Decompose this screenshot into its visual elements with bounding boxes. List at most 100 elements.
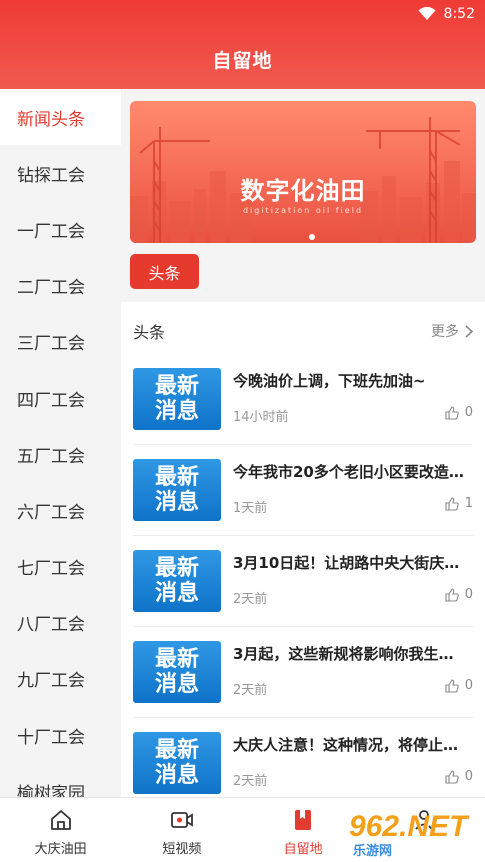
- sidebar-item-label: 七厂工会: [17, 559, 85, 580]
- like-control[interactable]: 0: [445, 587, 473, 602]
- watermark-caption: 乐游网: [353, 843, 393, 858]
- like-control[interactable]: 1: [445, 496, 473, 511]
- like-count: 1: [464, 496, 473, 511]
- news-list-item[interactable]: 最新 消息 3月起，这些新规将影响你我生… 2天前 0: [133, 627, 473, 718]
- thumbs-up-icon: [445, 587, 459, 602]
- thumb-text-line: 最新: [154, 738, 199, 763]
- like-count: 0: [464, 587, 473, 602]
- news-panel: 头条 更多 最新 消息 今晚油价上调，下班先加油~ 14小时前 0 最新 消息: [121, 302, 485, 797]
- thumb-text-line: 消息: [154, 672, 199, 697]
- app-header: 8:52 自留地: [0, 0, 485, 89]
- thumb-text-line: 消息: [154, 581, 199, 606]
- banner-title: 数字化油田: [240, 177, 366, 205]
- sidebar-item-plant-8[interactable]: 八厂工会: [0, 595, 121, 651]
- sidebar-item-label: 十厂工会: [17, 727, 85, 748]
- nav-self-garden[interactable]: 自留地: [243, 798, 364, 862]
- site-watermark: 962.NET 乐游网: [349, 810, 477, 858]
- sidebar-item-plant-3[interactable]: 三厂工会: [0, 314, 121, 370]
- sidebar-item-label: 钻探工会: [17, 165, 85, 186]
- sidebar-item-label: 四厂工会: [17, 390, 85, 411]
- news-list-item[interactable]: 最新 消息 今晚油价上调，下班先加油~ 14小时前 0: [133, 354, 473, 445]
- sidebar-item-plant-4[interactable]: 四厂工会: [0, 370, 121, 426]
- news-title: 今晚油价上调，下班先加油~: [233, 372, 426, 390]
- nav-daqing-oilfield[interactable]: 大庆油田: [0, 798, 121, 862]
- sidebar-item-drilling[interactable]: 钻探工会: [0, 145, 121, 201]
- sidebar-item-plant-6[interactable]: 六厂工会: [0, 482, 121, 538]
- page-title: 自留地: [212, 50, 273, 72]
- news-title: 3月起，这些新规将影响你我生…: [233, 645, 454, 663]
- sidebar-item-label: 二厂工会: [17, 278, 85, 299]
- sidebar-item-label: 榆树家园: [17, 783, 85, 797]
- like-count: 0: [464, 405, 473, 420]
- sidebar-item-plant-7[interactable]: 七厂工会: [0, 539, 121, 595]
- bookmark-icon: [295, 810, 312, 830]
- banner-carousel[interactable]: 数字化油田 digitization oil field: [130, 101, 476, 243]
- news-time: 2天前: [233, 592, 268, 607]
- sidebar-item-yushu[interactable]: 榆树家园: [0, 763, 121, 797]
- sidebar-item-label: 八厂工会: [17, 615, 85, 636]
- thumb-text-line: 最新: [154, 374, 199, 399]
- category-sidebar: 新闻头条 钻探工会 一厂工会 二厂工会 三厂工会 四厂工会 五厂工会 六厂工会 …: [0, 89, 121, 797]
- like-control[interactable]: 0: [445, 405, 473, 420]
- banner-subtitle: digitization oil field: [242, 206, 364, 215]
- thumb-text-line: 消息: [154, 399, 199, 424]
- thumb-text-line: 最新: [154, 647, 199, 672]
- sidebar-item-news[interactable]: 新闻头条: [0, 89, 121, 146]
- news-thumbnail: 最新 消息: [133, 550, 221, 612]
- main-content: 数字化油田 digitization oil field 头条 头条 更多 最新…: [121, 89, 485, 797]
- sidebar-item-label: 六厂工会: [17, 502, 85, 523]
- more-link[interactable]: 更多: [431, 321, 473, 341]
- like-count: 0: [464, 678, 473, 693]
- thumbs-up-icon: [445, 405, 459, 420]
- sidebar-item-plant-1[interactable]: 一厂工会: [0, 201, 121, 257]
- watermark-logo-text: 962.NET: [349, 810, 468, 843]
- thumb-text-line: 消息: [154, 490, 199, 515]
- like-control[interactable]: 0: [445, 769, 473, 784]
- news-thumbnail: 最新 消息: [133, 732, 221, 794]
- news-time: 14小时前: [233, 410, 289, 425]
- status-time: 8:52: [443, 6, 475, 22]
- news-section-title: 头条: [133, 323, 166, 342]
- sidebar-item-label: 一厂工会: [17, 221, 85, 242]
- carousel-indicator-dot[interactable]: [309, 234, 315, 240]
- thumbs-up-icon: [445, 496, 459, 511]
- home-icon: [50, 810, 71, 830]
- status-bar: 8:52: [418, 4, 475, 24]
- thumbs-up-icon: [445, 678, 459, 693]
- wifi-icon: [418, 7, 436, 20]
- thumb-text-line: 最新: [154, 465, 199, 490]
- news-section-header: 头条 更多: [133, 319, 473, 343]
- sidebar-item-plant-9[interactable]: 九厂工会: [0, 651, 121, 707]
- tab-headline-chip[interactable]: 头条: [130, 254, 199, 289]
- sidebar-item-label: 新闻头条: [17, 109, 85, 130]
- thumbs-up-icon: [445, 769, 459, 784]
- news-thumbnail: 最新 消息: [133, 641, 221, 703]
- news-list-item[interactable]: 最新 消息 大庆人注意！这种情况，将停止… 2天前 0: [133, 718, 473, 797]
- thumb-text-line: 消息: [154, 763, 199, 788]
- sidebar-item-plant-10[interactable]: 十厂工会: [0, 707, 121, 763]
- news-thumbnail: 最新 消息: [133, 459, 221, 521]
- nav-label: 短视频: [162, 842, 202, 857]
- sidebar-item-plant-2[interactable]: 二厂工会: [0, 258, 121, 314]
- news-list-item[interactable]: 最新 消息 今年我市20多个老旧小区要改造… 1天前 1: [133, 445, 473, 536]
- chevron-right-icon: [465, 324, 473, 338]
- sidebar-item-label: 三厂工会: [17, 334, 85, 355]
- more-label: 更多: [431, 324, 459, 340]
- like-count: 0: [464, 769, 473, 784]
- news-list-item[interactable]: 最新 消息 3月10日起！让胡路中央大街庆… 2天前 0: [133, 536, 473, 627]
- news-title: 3月10日起！让胡路中央大街庆…: [233, 554, 460, 572]
- bottom-nav: 大庆油田 短视频 自留地 962.NET 乐游网: [0, 797, 485, 862]
- news-thumbnail: 最新 消息: [133, 368, 221, 430]
- news-title: 大庆人注意！这种情况，将停止…: [233, 736, 459, 754]
- thumb-text-line: 最新: [154, 556, 199, 581]
- sidebar-item-plant-5[interactable]: 五厂工会: [0, 426, 121, 482]
- news-time: 2天前: [233, 774, 268, 789]
- news-title: 今年我市20多个老旧小区要改造…: [233, 463, 464, 481]
- nav-label: 大庆油田: [34, 842, 87, 857]
- video-icon: [170, 812, 193, 828]
- sidebar-item-label: 九厂工会: [17, 671, 85, 692]
- like-control[interactable]: 0: [445, 678, 473, 693]
- nav-label: 自留地: [283, 842, 323, 857]
- nav-short-video[interactable]: 短视频: [121, 798, 242, 862]
- news-time: 1天前: [233, 501, 268, 516]
